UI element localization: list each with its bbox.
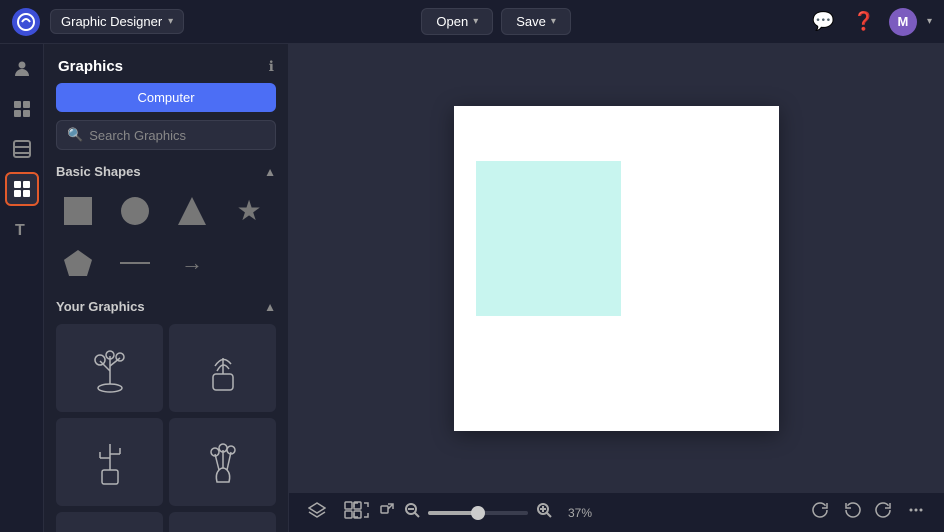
svg-text:T: T: [15, 222, 25, 239]
avatar-chevron-icon: ▾: [927, 16, 932, 27]
shape-square[interactable]: [56, 189, 100, 233]
zoom-percent: 37%: [560, 506, 592, 520]
source-tabs: Computer: [44, 83, 288, 120]
open-button[interactable]: Open ▾: [421, 8, 493, 35]
search-icon: 🔍: [67, 127, 83, 143]
sidebar-icon-text[interactable]: T: [5, 212, 39, 246]
your-graphics-title: Your Graphics: [56, 299, 145, 314]
chevron-down-icon: ▾: [168, 16, 173, 27]
avatar[interactable]: M: [889, 8, 917, 36]
sidebar-icon-graphics[interactable]: [5, 172, 39, 206]
basic-shapes-section-header: Basic Shapes ▲: [56, 164, 276, 179]
shapes-grid: ★ →: [56, 189, 276, 285]
sidebar-icon-grid[interactable]: [5, 132, 39, 166]
layers-icon-button[interactable]: [305, 498, 329, 527]
help-icon-button[interactable]: ❓: [849, 7, 879, 36]
shape-line[interactable]: [113, 241, 157, 285]
zoom-in-icon-button[interactable]: [536, 502, 552, 523]
shape-arrow[interactable]: →: [170, 241, 214, 285]
graphic-item-6[interactable]: [169, 512, 276, 532]
panel-scroll: Basic Shapes ▲ ★: [44, 160, 288, 532]
panel-title: Graphics: [58, 58, 123, 75]
graphic-item-2[interactable]: [169, 324, 276, 412]
panel-header: Graphics ℹ: [44, 44, 288, 83]
search-placeholder: Search Graphics: [89, 128, 186, 143]
graphic-item-3[interactable]: [56, 418, 163, 506]
icon-sidebar: T: [0, 44, 44, 532]
computer-tab-button[interactable]: Computer: [56, 83, 276, 112]
search-bar[interactable]: 🔍 Search Graphics: [56, 120, 276, 150]
topbar-center: Open ▾ Save ▾: [421, 8, 571, 35]
sidebar-icon-person[interactable]: [5, 52, 39, 86]
save-chevron-icon: ▾: [551, 16, 556, 27]
graphics-grid: [56, 324, 276, 532]
app-title-label: Graphic Designer: [61, 14, 162, 29]
bottombar-center: 37%: [352, 501, 592, 524]
app-title-button[interactable]: Graphic Designer ▾: [50, 9, 184, 34]
canvas-wrapper[interactable]: [289, 44, 944, 492]
redo-icon-button[interactable]: [872, 498, 896, 527]
bottombar-right: [808, 498, 928, 527]
shape-star[interactable]: ★: [227, 189, 271, 233]
basic-shapes-title: Basic Shapes: [56, 164, 141, 179]
graphic-item-1[interactable]: [56, 324, 163, 412]
topbar: Graphic Designer ▾ Open ▾ Save ▾ 💬 ❓ M ▾: [0, 0, 944, 44]
shape-pentagon[interactable]: [56, 241, 100, 285]
topbar-left: Graphic Designer ▾: [12, 8, 184, 36]
chat-icon-button[interactable]: 💬: [808, 7, 838, 36]
shape-circle[interactable]: [113, 189, 157, 233]
canvas-page[interactable]: [454, 106, 779, 431]
undo-icon-button[interactable]: [840, 498, 864, 527]
graphic-item-4[interactable]: [169, 418, 276, 506]
canvas-area: 37%: [289, 44, 944, 532]
refresh-icon-button[interactable]: [808, 498, 832, 527]
bottombar: 37%: [289, 492, 944, 532]
shape-triangle[interactable]: [170, 189, 214, 233]
topbar-right: 💬 ❓ M ▾: [808, 7, 932, 36]
info-icon[interactable]: ℹ: [269, 58, 274, 75]
your-graphics-section-header: Your Graphics ▲: [56, 299, 276, 314]
sidebar-icon-shapes[interactable]: [5, 92, 39, 126]
zoom-slider[interactable]: [428, 511, 528, 515]
canvas-shape[interactable]: [476, 161, 621, 316]
fullscreen-icon-button[interactable]: [352, 501, 370, 524]
zoom-out-icon-button[interactable]: [404, 502, 420, 523]
more-options-icon-button[interactable]: [904, 498, 928, 527]
graphic-item-5[interactable]: [56, 512, 163, 532]
basic-shapes-toggle[interactable]: ▲: [264, 165, 276, 179]
open-chevron-icon: ▾: [473, 16, 478, 27]
save-button[interactable]: Save ▾: [501, 8, 571, 35]
resize-icon-button[interactable]: [378, 501, 396, 524]
main-area: T Graphics ℹ Computer 🔍 Search Graphics …: [0, 44, 944, 532]
graphics-panel: Graphics ℹ Computer 🔍 Search Graphics Ba…: [44, 44, 289, 532]
logo-icon[interactable]: [12, 8, 40, 36]
your-graphics-toggle[interactable]: ▲: [264, 300, 276, 314]
